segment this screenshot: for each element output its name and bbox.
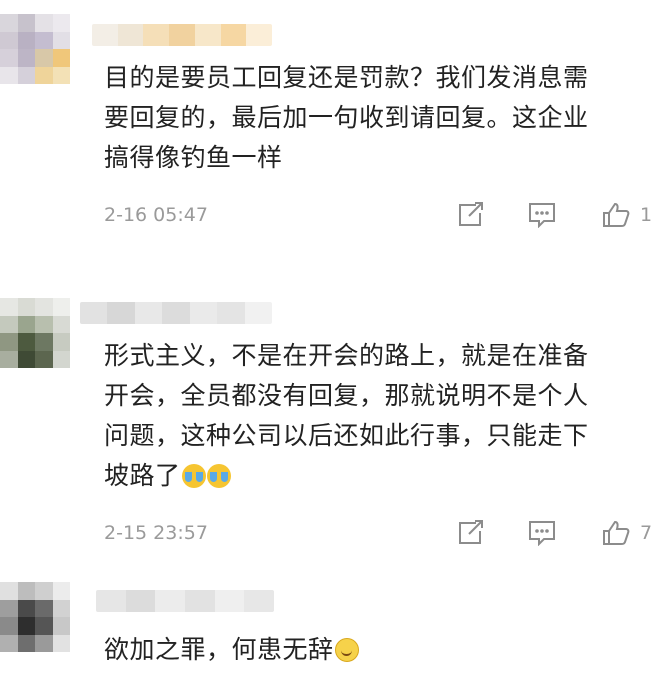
username[interactable]	[96, 590, 274, 612]
username[interactable]	[80, 302, 272, 324]
like-button[interactable]	[602, 520, 630, 546]
share-button[interactable]	[456, 520, 484, 546]
timestamp: 2-15 23:57	[104, 522, 208, 544]
reply-icon	[529, 203, 555, 228]
reply-icon	[529, 521, 555, 546]
avatar[interactable]	[0, 582, 70, 652]
crying-laughing-emoji	[181, 464, 206, 488]
like-icon	[603, 520, 630, 545]
reply-button[interactable]	[528, 520, 556, 546]
reply-button[interactable]	[528, 202, 556, 228]
smile-emoji	[334, 638, 359, 662]
like-count: 1	[640, 204, 653, 226]
comment-meta: 2-16 05:47 1	[104, 200, 661, 230]
crying-laughing-emoji	[206, 464, 231, 488]
username[interactable]	[92, 24, 272, 46]
like-button[interactable]	[602, 202, 630, 228]
timestamp: 2-16 05:47	[104, 204, 208, 226]
comment-text: 目的是要员工回复还是罚款？我们发消息需 要回复的，最后加一句收到请回复。这企业 …	[104, 63, 589, 172]
comment-text: 形式主义，不是在开会的路上，就是在准备 开会，全员都没有回复，那就说明不是个人 …	[104, 341, 589, 490]
avatar[interactable]	[0, 14, 70, 84]
like-count: 7	[640, 522, 653, 544]
comment-meta: 2-15 23:57 7	[104, 518, 661, 548]
avatar[interactable]	[0, 298, 70, 368]
like-icon	[603, 202, 630, 227]
share-icon	[459, 520, 483, 544]
share-button[interactable]	[456, 202, 484, 228]
comment-text: 欲加之罪，何患无辞	[104, 630, 649, 670]
share-icon	[459, 202, 483, 226]
